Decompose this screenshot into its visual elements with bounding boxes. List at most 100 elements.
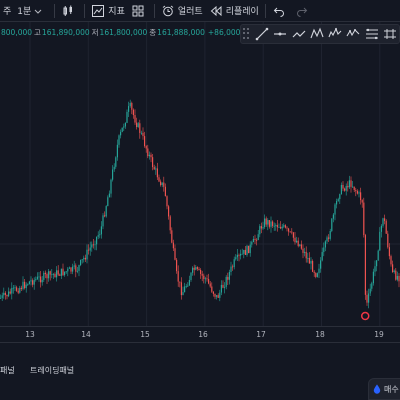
candle-body [64, 271, 66, 276]
candle-body [150, 154, 152, 158]
redo-icon [295, 4, 309, 18]
candle-body [51, 274, 53, 276]
candle-body [233, 259, 235, 268]
candle-body [177, 271, 179, 282]
redo-button[interactable] [292, 0, 315, 22]
candle-body [364, 235, 366, 295]
candle-body [235, 257, 237, 260]
drag-handle-icon[interactable] [243, 28, 249, 40]
replay-button[interactable]: 리플레이 [206, 0, 262, 22]
candle-body [136, 122, 138, 128]
chart-grid [0, 22, 400, 326]
candle-body [328, 237, 330, 239]
candle-body [129, 102, 131, 107]
candle-body [16, 287, 18, 291]
buy-button[interactable]: 매수 [368, 378, 400, 400]
candle-body [62, 268, 64, 276]
candle-body [355, 189, 357, 192]
candle-body [121, 127, 123, 132]
candle-body [344, 188, 346, 191]
candle-body [372, 271, 374, 284]
fib-icon[interactable] [363, 26, 381, 42]
candle-body [342, 184, 344, 189]
tab-trading-panel[interactable]: 트레이딩패널 [30, 365, 74, 376]
candle-body [83, 257, 85, 260]
candle-body [4, 292, 6, 295]
candle-body [284, 225, 286, 228]
candle-body [3, 292, 5, 296]
candle-body [6, 294, 8, 297]
alert-button[interactable]: 얼러트 [158, 0, 206, 22]
low-value: 161,800,000 [99, 27, 148, 37]
candle-body [324, 241, 326, 248]
buy-label: 매수 [384, 384, 399, 394]
candle-body [8, 291, 10, 297]
indicators-button[interactable]: 지표 [88, 0, 128, 22]
candle-body [155, 168, 157, 170]
high-label: 고 [34, 27, 41, 37]
candle-body [228, 272, 230, 280]
candle-body [254, 238, 256, 240]
candle-body [78, 265, 80, 271]
candle-body [57, 270, 59, 275]
horizontal-line-icon[interactable] [271, 26, 289, 42]
candle-body [307, 257, 309, 259]
candle-body [193, 267, 195, 270]
candle-body [308, 257, 310, 264]
candle-body [91, 244, 93, 248]
candle-body [168, 206, 170, 217]
candle-body [188, 279, 190, 286]
layouts-button[interactable] [128, 0, 151, 22]
candle-body [158, 177, 160, 182]
candle-body [86, 249, 88, 260]
candle-body [96, 236, 98, 245]
candle-body [75, 265, 77, 272]
candle-body [60, 268, 62, 276]
alert-label: 얼러트 [177, 7, 203, 17]
candle-body [9, 291, 11, 294]
candle-body [1, 295, 3, 298]
candle-body [112, 169, 114, 180]
trend-line-icon[interactable] [253, 26, 271, 42]
candle-body [88, 249, 90, 251]
candle-body [281, 226, 283, 229]
candle-body [56, 270, 58, 278]
path-icon[interactable] [290, 26, 308, 42]
candle-body [363, 202, 365, 236]
candle-body [94, 244, 96, 246]
candle-body [331, 218, 333, 232]
candle-body [398, 275, 400, 282]
chart-type-button[interactable] [58, 0, 81, 22]
candle-body [105, 206, 107, 217]
interval-button[interactable]: 1분 [14, 0, 51, 22]
candle-body [227, 276, 229, 280]
bottom-panel: 패널 트레이딩패널 [0, 342, 400, 400]
pattern-icon[interactable] [308, 26, 326, 42]
candle-body [172, 242, 174, 249]
tab-panel[interactable]: 패널 [0, 365, 15, 376]
time-axis[interactable]: 13 14 15 16 17 18 19 [0, 326, 400, 342]
candle-body [369, 288, 371, 294]
candle-body [368, 293, 370, 303]
price-chart[interactable] [0, 22, 400, 326]
candle-body [24, 281, 26, 289]
candle-body [176, 259, 178, 272]
candle-body [390, 256, 392, 265]
undo-icon [272, 4, 286, 18]
wave-icon[interactable] [326, 26, 344, 42]
candle-body [110, 179, 112, 194]
chart-pane[interactable] [0, 22, 400, 326]
candle-body [89, 247, 91, 251]
grid-icon [131, 4, 145, 18]
candle-body [264, 218, 266, 228]
channel-icon[interactable] [381, 26, 399, 42]
undo-button[interactable] [269, 0, 292, 22]
candle-body [160, 181, 162, 186]
elliott-icon[interactable] [344, 26, 362, 42]
candle-body [265, 218, 267, 225]
candle-body [132, 109, 134, 116]
candle-body [356, 191, 358, 194]
candle-body [278, 227, 280, 228]
divider [84, 3, 86, 18]
symbol-button[interactable]: 주 [0, 0, 14, 22]
